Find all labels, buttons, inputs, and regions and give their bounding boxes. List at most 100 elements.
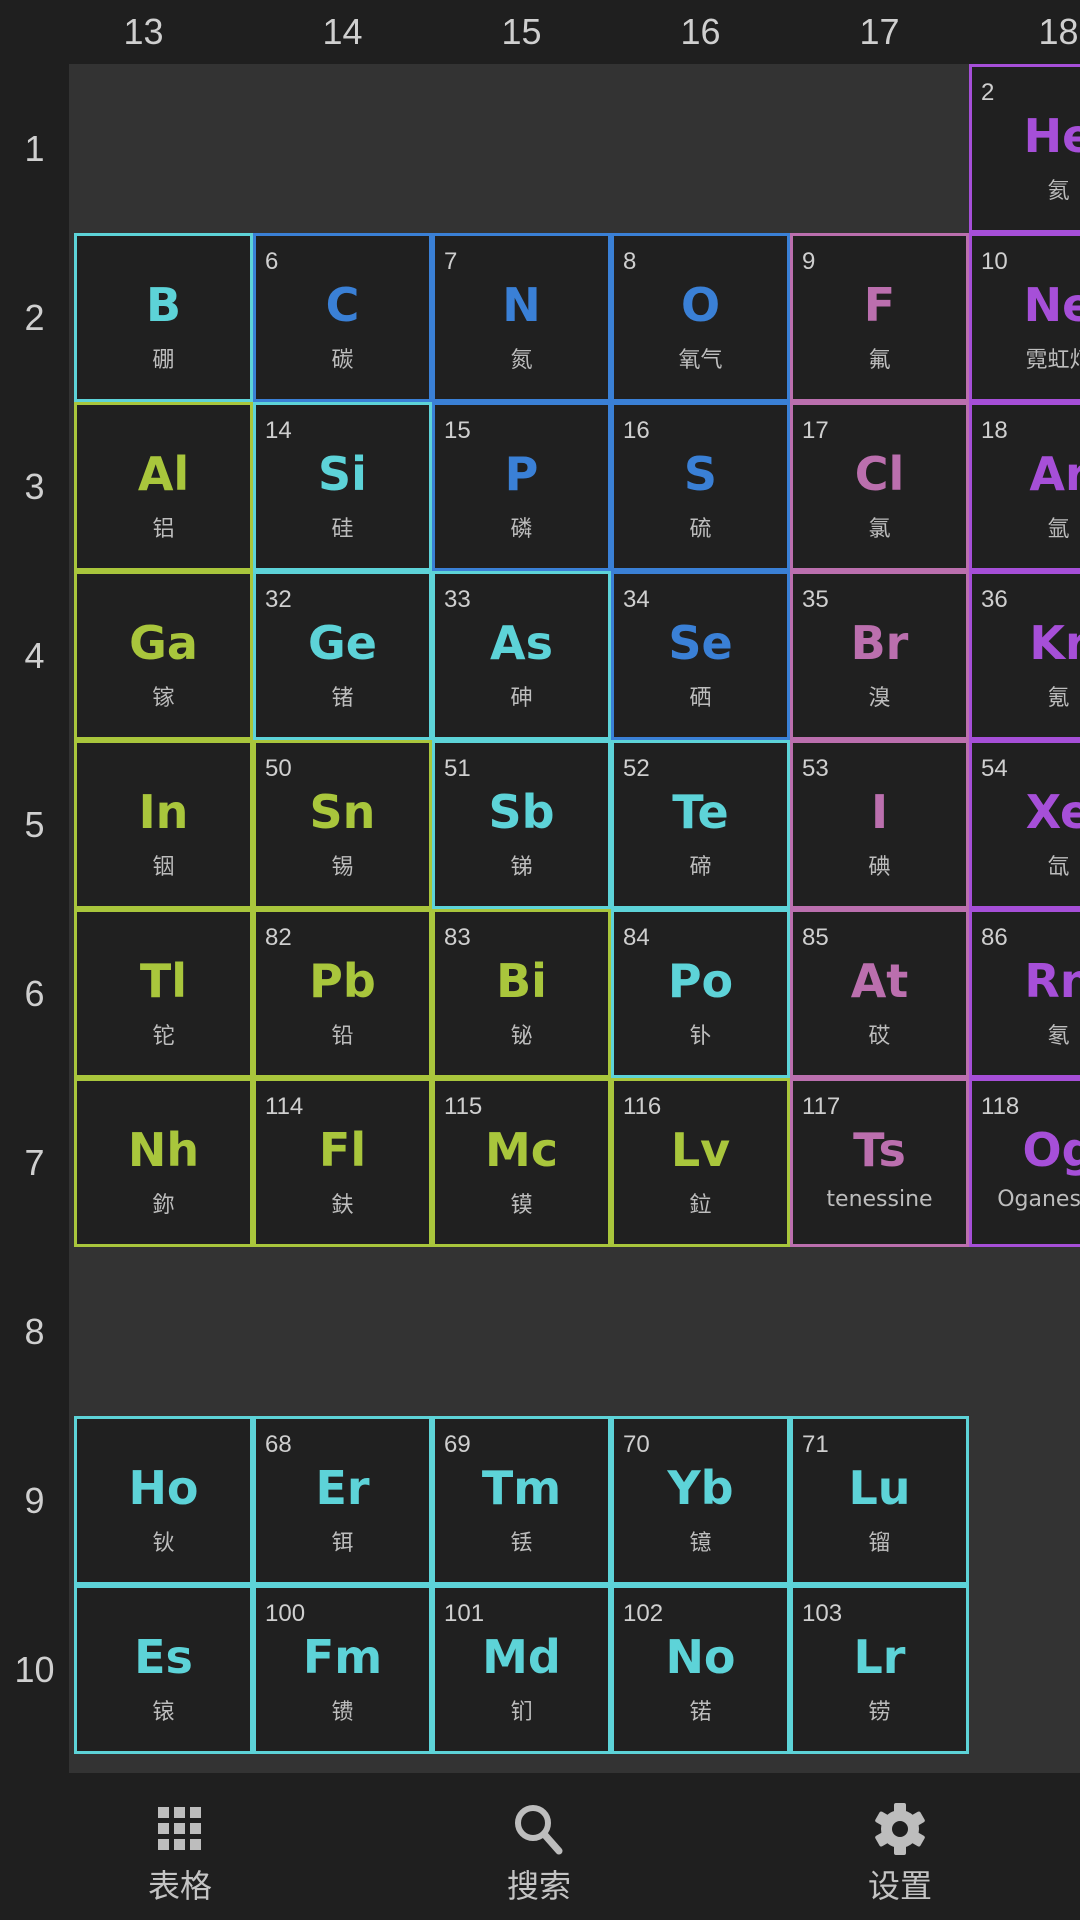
element-cell-s[interactable]: 16 S 硫: [611, 402, 790, 571]
element-cell-as[interactable]: 33 As 砷: [432, 571, 611, 740]
element-cell-al[interactable]: Al 铝: [74, 402, 253, 571]
element-name: 霓虹灯: [1025, 348, 1080, 373]
element-cell-lv[interactable]: 116 Lv 鉝: [611, 1078, 790, 1247]
element-cell-o[interactable]: 8 O 氧气: [611, 233, 790, 402]
element-symbol: Mc: [484, 1123, 559, 1177]
atomic-number: 35: [802, 586, 829, 613]
element-symbol: Nh: [127, 1123, 200, 1177]
group-header: 18: [1038, 11, 1079, 52]
element-name: 氟: [868, 348, 891, 373]
nav-table-button[interactable]: 表格: [80, 1773, 280, 1920]
element-cell-lu[interactable]: 71 Lu 镏: [790, 1416, 969, 1585]
element-symbol: N: [502, 278, 541, 332]
element-symbol: Xe: [1025, 785, 1080, 839]
atomic-number: 103: [802, 1600, 843, 1627]
element-symbol: Kr: [1029, 616, 1080, 670]
element-cell-c[interactable]: 6 C碳: [253, 233, 432, 402]
element-cell-b[interactable]: B硼: [74, 233, 253, 402]
element-cell-ga[interactable]: Ga 镓: [74, 571, 253, 740]
atomic-number: 102: [623, 1600, 664, 1627]
element-name: 铹: [868, 1700, 891, 1725]
element-cell-br[interactable]: 35 Br 溴: [790, 571, 969, 740]
element-name: 镱: [689, 1531, 712, 1556]
element-name: 镓: [152, 686, 175, 711]
element-cell-tm[interactable]: 69 Tm 铥: [432, 1416, 611, 1585]
periodic-table-grid[interactable]: 2 He 氦 B硼 6 C碳 7 N氮 8 O 氧气 9 F氟 10 Ne 霓虹灯 Al 铝 14 Si 硅 15 P磷 16…: [69, 64, 1080, 1773]
element-cell-es[interactable]: Es 锿: [74, 1585, 253, 1754]
atomic-number: 71: [802, 1431, 829, 1458]
element-cell-er[interactable]: 68 Er 铒: [253, 1416, 432, 1585]
element-symbol: Yb: [667, 1461, 734, 1515]
element-cell-lr[interactable]: 103 Lr 铹: [790, 1585, 969, 1754]
element-cell-fm[interactable]: 100 Fm 镄: [253, 1585, 432, 1754]
bottom-navigation: 表格 搜索 设置: [0, 1773, 1080, 1920]
element-cell-tl[interactable]: Tl 铊: [74, 909, 253, 1078]
element-cell-kr[interactable]: 36 Kr 氪: [969, 571, 1080, 740]
element-cell-md[interactable]: 101 Md 钔: [432, 1585, 611, 1754]
element-symbol: Se: [668, 616, 733, 670]
element-symbol: Te: [672, 785, 729, 839]
element-cell-cl[interactable]: 17 Cl 氯: [790, 402, 969, 571]
element-cell-rn[interactable]: 86 Rn 氡: [969, 909, 1080, 1078]
period-header: 7: [24, 1141, 45, 1183]
element-symbol: Sn: [309, 785, 376, 839]
period-header: 8: [24, 1310, 45, 1352]
element-cell-f[interactable]: 9 F氟: [790, 233, 969, 402]
element-name: 氩: [1047, 517, 1070, 542]
element-symbol: Br: [850, 616, 909, 670]
atomic-number: 84: [623, 924, 650, 951]
element-symbol: Lv: [670, 1123, 731, 1177]
element-cell-mc[interactable]: 115 Mc 镆: [432, 1078, 611, 1247]
element-cell-og[interactable]: 118Og Oganesson: [969, 1078, 1080, 1247]
element-cell-se[interactable]: 34 Se 硒: [611, 571, 790, 740]
element-cell-no[interactable]: 102 No 锘: [611, 1585, 790, 1754]
element-cell-bi[interactable]: 83 Bi 铋: [432, 909, 611, 1078]
gear-icon: [875, 1803, 925, 1855]
element-cell-ge[interactable]: 32 Ge 锗: [253, 571, 432, 740]
element-symbol: Fl: [318, 1123, 367, 1177]
element-cell-n[interactable]: 7 N氮: [432, 233, 611, 402]
element-cell-i[interactable]: 53 I 碘: [790, 740, 969, 909]
element-name: 钔: [510, 1700, 533, 1725]
element-cell-sb[interactable]: 51 Sb 锑: [432, 740, 611, 909]
element-cell-ne[interactable]: 10 Ne 霓虹灯: [969, 233, 1080, 402]
nav-search-button[interactable]: 搜索: [439, 1773, 639, 1920]
element-cell-pb[interactable]: 82 Pb 铅: [253, 909, 432, 1078]
element-cell-si[interactable]: 14 Si 硅: [253, 402, 432, 571]
element-symbol: At: [850, 954, 909, 1008]
element-cell-p[interactable]: 15 P 磷: [432, 402, 611, 571]
element-cell-nh[interactable]: Nh 鉨: [74, 1078, 253, 1247]
atomic-number: 53: [802, 755, 829, 782]
grid-icon: [158, 1807, 201, 1850]
element-name: 磷: [510, 517, 533, 542]
element-cell-te[interactable]: 52 Te 碲: [611, 740, 790, 909]
element-symbol: Fm: [302, 1630, 383, 1684]
element-symbol: Tl: [139, 954, 188, 1008]
element-name: 氪: [1047, 686, 1070, 711]
element-cell-in[interactable]: In 铟: [74, 740, 253, 909]
element-symbol: He: [1023, 109, 1080, 163]
atomic-number: 69: [444, 1431, 471, 1458]
element-name: 碘: [868, 855, 891, 880]
element-name: 锡: [331, 855, 354, 880]
element-name: 铒: [331, 1531, 354, 1556]
element-cell-ar[interactable]: 18 Ar 氩: [969, 402, 1080, 571]
element-name: Oganesson: [997, 1187, 1080, 1212]
atomic-number: 118: [981, 1093, 1020, 1120]
search-icon: [515, 1805, 563, 1855]
element-name: 氡: [1047, 1024, 1070, 1049]
element-symbol: Md: [482, 1630, 561, 1684]
element-cell-fl[interactable]: 114 Fl 鈇: [253, 1078, 432, 1247]
element-cell-xe[interactable]: 54 Xe 氙: [969, 740, 1080, 909]
element-cell-ho[interactable]: Ho 钬: [74, 1416, 253, 1585]
element-cell-sn[interactable]: 50 Sn 锡: [253, 740, 432, 909]
nav-settings-button[interactable]: 设置: [800, 1773, 1000, 1920]
atomic-number: 8: [623, 248, 637, 275]
element-cell-at[interactable]: 85 At 砹: [790, 909, 969, 1078]
element-cell-ts[interactable]: 117 Ts tenessine: [790, 1078, 969, 1247]
element-cell-he[interactable]: 2 He 氦: [969, 64, 1080, 233]
period-header: 5: [24, 803, 45, 845]
element-cell-po[interactable]: 84 Po 钋: [611, 909, 790, 1078]
atomic-number: 10: [981, 248, 1008, 275]
element-cell-yb[interactable]: 70 Yb 镱: [611, 1416, 790, 1585]
